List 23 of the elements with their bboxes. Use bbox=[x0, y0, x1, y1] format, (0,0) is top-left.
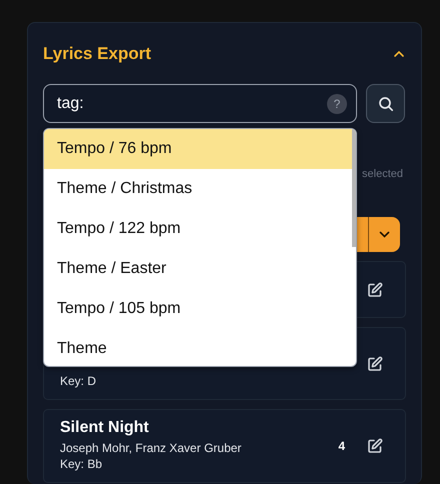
edit-icon[interactable] bbox=[367, 356, 383, 372]
search-button[interactable] bbox=[366, 84, 405, 123]
chevron-icon[interactable] bbox=[393, 50, 405, 58]
song-key: Key: Bb bbox=[60, 456, 338, 472]
suggestion-item[interactable]: Theme / Easter bbox=[44, 249, 356, 289]
song-authors: Joseph Mohr, Franz Xaver Gruber bbox=[60, 440, 242, 456]
suggestion-item[interactable]: Tempo / 122 bpm bbox=[44, 209, 356, 249]
edit-icon[interactable] bbox=[367, 438, 383, 454]
search-field[interactable]: tag: ? bbox=[43, 84, 357, 123]
song-title: Silent Night bbox=[60, 419, 150, 437]
edit-icon[interactable] bbox=[367, 282, 383, 298]
panel-title: Lyrics Export bbox=[43, 44, 152, 64]
caret-icon bbox=[379, 231, 390, 238]
dropdown-button[interactable] bbox=[368, 217, 400, 252]
selection-count: selected bbox=[362, 168, 403, 182]
suggestion-item[interactable]: Tempo / 105 bpm bbox=[44, 289, 356, 329]
scrollbar[interactable] bbox=[352, 129, 356, 247]
song-key: Key: D bbox=[60, 373, 367, 389]
search-icon bbox=[378, 96, 394, 112]
song-count: 4 bbox=[338, 439, 345, 453]
help-icon[interactable]: ? bbox=[327, 94, 347, 114]
suggestion-item[interactable]: Theme bbox=[44, 329, 356, 366]
suggestion-item[interactable]: Theme / Christmas bbox=[44, 169, 356, 209]
